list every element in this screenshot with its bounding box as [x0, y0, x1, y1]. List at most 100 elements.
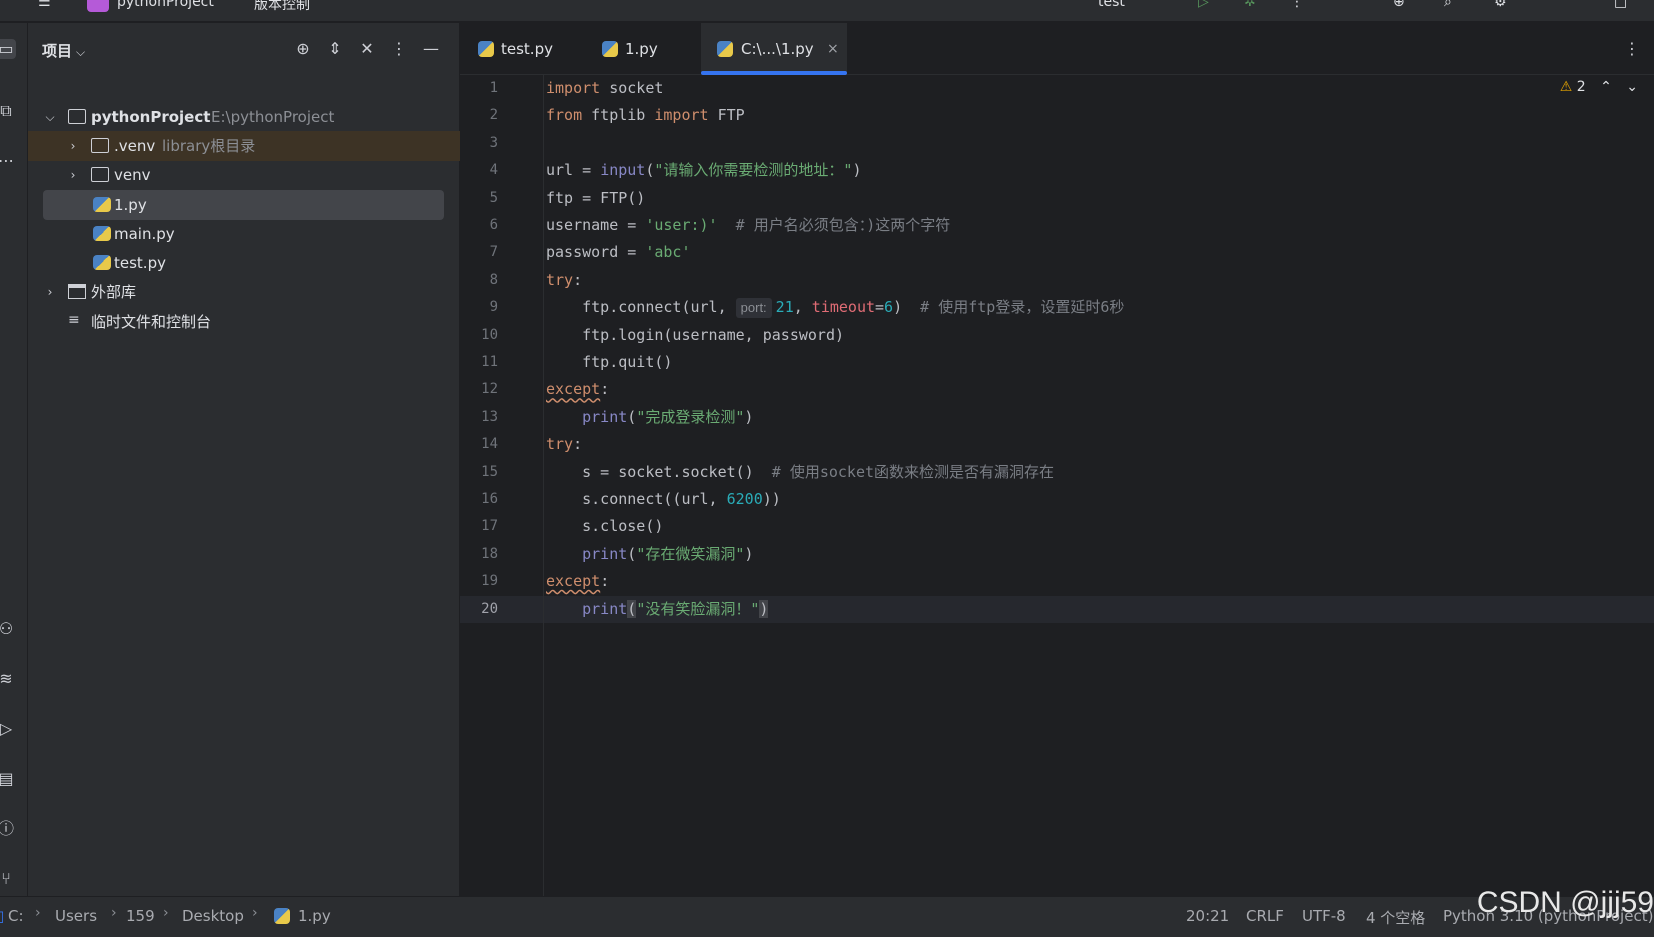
code-line-12[interactable]: except:: [546, 376, 609, 403]
file-encoding[interactable]: UTF-8: [1302, 907, 1346, 925]
code-line-17[interactable]: s.close(): [546, 513, 663, 540]
code-line-16[interactable]: s.connect((url, 6200)): [546, 486, 781, 513]
code-line-2[interactable]: from ftplib import FTP: [546, 102, 745, 129]
tree-item-main-py[interactable]: main.py: [28, 219, 460, 249]
code-line-19[interactable]: except:: [546, 568, 609, 595]
chevron-right-icon[interactable]: ›: [66, 131, 80, 161]
settings-icon[interactable]: ⚙: [1494, 0, 1507, 10]
services-icon[interactable]: ▷: [0, 719, 16, 739]
code-editor[interactable]: 1 2 3 4 5 6 7 8 9 10 11 12 13 14 15 16 1…: [460, 75, 1654, 896]
structure-tool-icon[interactable]: ⧉: [0, 101, 16, 121]
breadcrumb-item[interactable]: Desktop: [182, 907, 244, 925]
line-number: 6: [489, 217, 498, 233]
tree-item-external-libraries[interactable]: › 外部库: [28, 277, 460, 307]
tab-options-icon[interactable]: ⋮: [1624, 39, 1640, 58]
more-actions-icon[interactable]: ⋮: [1290, 0, 1304, 10]
breadcrumb-item[interactable]: 1.py: [298, 907, 331, 925]
python-packages-icon[interactable]: ⚇: [0, 619, 16, 639]
tree-item-label: .venv: [114, 137, 156, 155]
tab-1-py[interactable]: 1.py: [590, 23, 680, 75]
line-number: 12: [481, 381, 498, 398]
chevron-right-icon[interactable]: ›: [43, 277, 57, 307]
tree-item-1py[interactable]: 1.py: [43, 190, 444, 220]
code-line-14[interactable]: try:: [546, 431, 582, 458]
expand-all-icon[interactable]: ⇕: [324, 38, 346, 60]
more-tools-icon[interactable]: ⋯: [0, 151, 16, 171]
python-file-icon: [602, 41, 618, 57]
project-panel: 项目 ⌵ ⊕ ⇕ ✕ ⋮ — ⌵ pythonProject E:\pythonP…: [28, 23, 460, 896]
line-number: 11: [481, 354, 498, 370]
inspection-widget[interactable]: ⚠ 2 ⌃ ⌄: [1560, 79, 1638, 95]
code-line-1[interactable]: import socket: [546, 75, 663, 102]
tree-item-venv[interactable]: › venv: [28, 160, 460, 190]
window-maximize-icon[interactable]: □: [1614, 0, 1627, 10]
code-line-18[interactable]: print("存在微笑漏洞"): [546, 541, 753, 568]
line-number: 1: [489, 80, 498, 96]
tree-item-label: 临时文件和控制台: [91, 313, 212, 331]
indent-setting[interactable]: 4 个空格: [1366, 907, 1425, 928]
code-line-20[interactable]: print("没有笑脸漏洞！"): [546, 596, 769, 623]
python-file-icon: [478, 41, 494, 57]
project-switcher[interactable]: pythonProject: [117, 0, 214, 10]
next-highlight-icon[interactable]: ⌄: [1626, 79, 1638, 95]
terminal-icon[interactable]: ▤: [0, 769, 16, 789]
code-line-4[interactable]: url = input("请输入你需要检测的地址："): [546, 157, 861, 184]
line-number: 5: [489, 189, 498, 206]
tab-label: 1.py: [625, 40, 658, 58]
debug-icon[interactable]: ✲: [1244, 0, 1256, 10]
code-line-9[interactable]: ftp.connect(url, port: 21, timeout=6) # 使…: [546, 294, 1124, 321]
options-icon[interactable]: ⋮: [388, 38, 410, 60]
close-tab-icon[interactable]: ×: [827, 23, 839, 75]
code-line-11[interactable]: ftp.quit(): [546, 349, 672, 376]
layers-icon[interactable]: ≋: [0, 669, 16, 689]
collapse-all-icon[interactable]: ✕: [356, 38, 378, 60]
hide-panel-icon[interactable]: —: [420, 38, 442, 60]
project-tool-icon[interactable]: ▭: [0, 39, 16, 59]
tree-item-venv-hidden[interactable]: › .venv library根目录: [28, 131, 460, 161]
code-line-15[interactable]: s = socket.socket() # 使用socket函数来检测是否有漏洞…: [546, 459, 1054, 486]
code-line-7[interactable]: password = 'abc': [546, 239, 691, 266]
python-file-icon: [274, 908, 290, 924]
add-user-icon[interactable]: ⊕: [1393, 0, 1405, 10]
code-line-8[interactable]: try:: [546, 267, 582, 294]
search-icon[interactable]: ⌕: [1444, 0, 1452, 10]
tab-label: test.py: [501, 40, 553, 58]
tree-item-label: venv: [114, 166, 151, 184]
chevron-down-icon[interactable]: ⌵: [43, 102, 57, 132]
code-line-10[interactable]: ftp.login(username, password): [546, 322, 844, 349]
parameter-hint: port:: [735, 298, 772, 319]
tool-window-strip: ▭ ⧉ ⋯ ⚇ ≋ ▷ ▤ ⓘ ⑂: [0, 23, 28, 896]
run-icon[interactable]: ▷: [1198, 0, 1209, 10]
tree-item-test-py[interactable]: test.py: [28, 248, 460, 278]
git-icon[interactable]: ⑂: [0, 869, 16, 889]
tree-item-path-hint: E:\pythonProject: [211, 108, 335, 126]
main-menu-icon[interactable]: ☰: [38, 0, 51, 10]
library-icon: [68, 284, 86, 299]
tree-item-scratches[interactable]: ≡ 临时文件和控制台: [28, 307, 460, 337]
line-separator[interactable]: CRLF: [1246, 907, 1284, 925]
previous-highlight-icon[interactable]: ⌃: [1600, 79, 1612, 95]
project-panel-title[interactable]: 项目 ⌵: [42, 40, 85, 61]
breadcrumb-item[interactable]: 159: [126, 907, 155, 925]
tree-item-label: main.py: [114, 225, 175, 243]
tree-item-pythonproject[interactable]: ⌵ pythonProject E:\pythonProject: [28, 102, 460, 132]
caret-position[interactable]: 20:21: [1186, 907, 1229, 925]
line-number: 18: [481, 545, 498, 562]
scratches-icon: ≡: [68, 312, 80, 328]
problems-icon[interactable]: ⓘ: [0, 819, 16, 839]
code-line-6[interactable]: username = 'user:)' # 用户名必须包含：)这两个字符: [546, 212, 950, 239]
code-line-5[interactable]: ftp = FTP(): [546, 185, 645, 212]
tab-test-py[interactable]: test.py: [460, 23, 580, 75]
tree-item-label: test.py: [114, 254, 166, 272]
breadcrumb-item[interactable]: C:: [8, 907, 24, 925]
breadcrumb-item[interactable]: Users: [55, 907, 97, 925]
line-number: 4: [489, 162, 498, 179]
vcs-widget[interactable]: 版本控制: [254, 0, 310, 14]
locate-file-icon[interactable]: ⊕: [292, 38, 314, 60]
run-config-selector[interactable]: test: [1098, 0, 1125, 10]
tree-item-hint: library根目录: [162, 137, 256, 155]
code-line-13[interactable]: print("完成登录检测"): [546, 404, 753, 431]
tab-c-1-py[interactable]: C:\...\1.py ×: [701, 23, 847, 75]
editor-tabs: test.py 1.py C:\...\1.py × ⋮: [460, 23, 1654, 75]
chevron-right-icon[interactable]: ›: [66, 160, 80, 190]
